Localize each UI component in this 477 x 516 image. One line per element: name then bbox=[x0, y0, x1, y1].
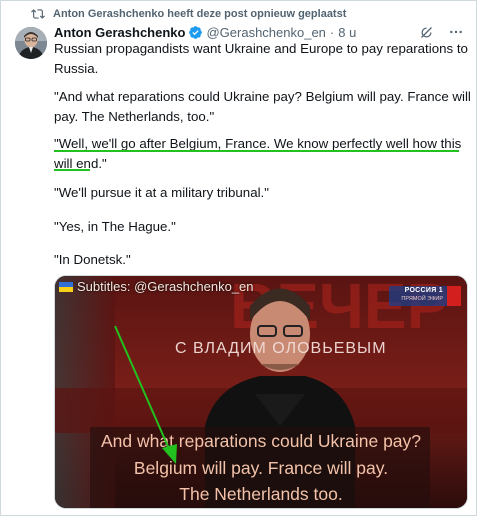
tweet-paragraph: "Yes, in The Hague." bbox=[54, 219, 176, 234]
video-caption-line: And what reparations could Ukraine pay? bbox=[100, 431, 422, 451]
highlight-underline bbox=[54, 169, 90, 171]
repost-indicator[interactable]: Anton Gerashchenko heeft deze post opnie… bbox=[31, 6, 346, 22]
channel-live-label: ПРЯМОЙ ЭФИР bbox=[401, 296, 443, 302]
separator-dot: · bbox=[329, 24, 335, 40]
author-handle[interactable]: @Gerashchenko_en bbox=[206, 25, 325, 40]
author-display-name[interactable]: Anton Gerashchenko bbox=[54, 25, 185, 40]
subtitle-credit-text: Subtitles: @Gerashchenko_en bbox=[77, 279, 254, 294]
post-time[interactable]: 8 u bbox=[338, 25, 356, 40]
repost-icon bbox=[31, 9, 45, 19]
tweet-card[interactable]: Anton Gerashchenko heeft deze post opnie… bbox=[0, 0, 477, 516]
tweet-paragraph: "We'll pursue it at a military tribunal.… bbox=[54, 185, 269, 200]
verified-badge-icon bbox=[189, 25, 203, 39]
video-caption-line: Belgium will pay. France will pay. bbox=[133, 458, 389, 478]
avatar[interactable] bbox=[15, 27, 47, 59]
subtitle-credit: Subtitles: @Gerashchenko_en bbox=[59, 279, 254, 294]
tweet-paragraph: "In Donetsk." bbox=[54, 252, 131, 267]
video-caption-line: The Netherlands too. bbox=[179, 484, 343, 504]
grok-icon[interactable] bbox=[419, 25, 434, 40]
highlight-underline bbox=[54, 150, 459, 152]
tweet-paragraph: "And what reparations could Ukraine pay?… bbox=[54, 89, 471, 124]
avatar-image bbox=[15, 27, 47, 59]
tweet-paragraph: Russian propagandists want Ukraine and E… bbox=[54, 41, 468, 76]
channel-name: РОССИЯ 1 bbox=[404, 287, 443, 294]
video-player[interactable]: ВЕЧЕР Subtitles: @Gerashchenko_en РОССИЯ… bbox=[54, 275, 468, 509]
tweet-paragraph: "Well, we'll go after Belgium, France. W… bbox=[54, 136, 462, 171]
more-options-icon[interactable] bbox=[448, 24, 464, 40]
ukraine-flag-icon bbox=[59, 281, 73, 292]
repost-text: Anton Gerashchenko heeft deze post opnie… bbox=[53, 8, 347, 20]
show-title: С ВЛАДИМ ОЛОВЬЕВЫМ bbox=[175, 340, 387, 357]
